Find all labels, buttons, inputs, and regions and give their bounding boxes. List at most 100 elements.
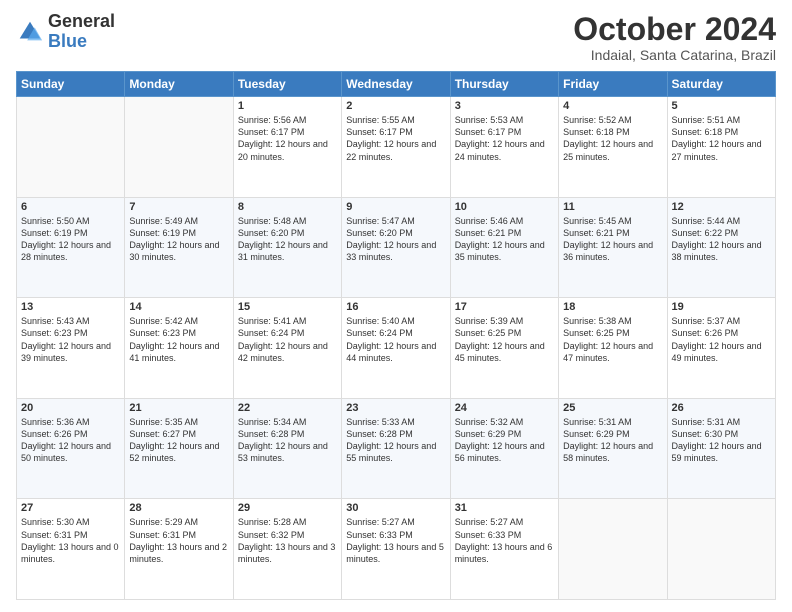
logo-text: General Blue [48,12,115,52]
calendar-cell: 21 Sunrise: 5:35 AM Sunset: 6:27 PM Dayli… [125,398,233,499]
header: General Blue October 2024 Indaial, Santa… [16,12,776,63]
calendar-cell: 11 Sunrise: 5:45 AM Sunset: 6:21 PM Dayli… [559,197,667,298]
calendar-day-header: Friday [559,72,667,97]
day-number: 31 [455,502,554,514]
logo: General Blue [16,12,115,52]
calendar-week-row: 20 Sunrise: 5:36 AM Sunset: 6:26 PM Dayli… [17,398,776,499]
calendar-week-row: 6Sunrise: 5:50 AM Sunset: 6:19 PM Daylig… [17,197,776,298]
page: General Blue October 2024 Indaial, Santa… [0,0,792,612]
day-info: Sunrise: 5:27 AM Sunset: 6:33 PM Dayligh… [346,516,445,565]
day-number: 6 [21,201,120,213]
day-number: 14 [129,301,228,313]
day-number: 8 [238,201,337,213]
calendar-cell: 26Sunrise: 5:31 AM Sunset: 6:30 PM Dayli… [667,398,775,499]
day-number: 22 [238,402,337,414]
calendar-day-header: Thursday [450,72,558,97]
calendar-cell: 17 Sunrise: 5:39 AM Sunset: 6:25 PM Dayli… [450,298,558,399]
calendar-cell [17,97,125,198]
day-info: Sunrise: 5:53 AM Sunset: 6:17 PM Dayligh… [455,114,554,163]
calendar-cell [559,499,667,600]
day-number: 24 [455,402,554,414]
calendar-cell: 24Sunrise: 5:32 AM Sunset: 6:29 PM Dayli… [450,398,558,499]
day-info: Sunrise: 5:36 AM Sunset: 6:26 PM Dayligh… [21,416,120,465]
calendar-week-row: 1 Sunrise: 5:56 AM Sunset: 6:17 PM Daylig… [17,97,776,198]
day-number: 16 [346,301,445,313]
day-number: 27 [21,502,120,514]
day-info: Sunrise: 5:55 AM Sunset: 6:17 PM Dayligh… [346,114,445,163]
day-info: Sunrise: 5:48 AM Sunset: 6:20 PM Dayligh… [238,215,337,264]
day-info: Sunrise: 5:33 AM Sunset: 6:28 PM Dayligh… [346,416,445,465]
day-info: Sunrise: 5:40 AM Sunset: 6:24 PM Dayligh… [346,315,445,364]
calendar-cell: 25 Sunrise: 5:31 AM Sunset: 6:29 PM Dayli… [559,398,667,499]
calendar-cell: 6Sunrise: 5:50 AM Sunset: 6:19 PM Daylig… [17,197,125,298]
calendar-day-header: Wednesday [342,72,450,97]
day-info: Sunrise: 5:41 AM Sunset: 6:24 PM Dayligh… [238,315,337,364]
month-title: October 2024 [573,12,776,47]
day-number: 11 [563,201,662,213]
calendar-day-header: Monday [125,72,233,97]
day-info: Sunrise: 5:30 AM Sunset: 6:31 PM Dayligh… [21,516,120,565]
title-block: October 2024 Indaial, Santa Catarina, Br… [573,12,776,63]
calendar-cell: 31 Sunrise: 5:27 AM Sunset: 6:33 PM Dayli… [450,499,558,600]
day-info: Sunrise: 5:38 AM Sunset: 6:25 PM Dayligh… [563,315,662,364]
logo-general: General [48,11,115,31]
day-number: 19 [672,301,771,313]
calendar-cell: 29Sunrise: 5:28 AM Sunset: 6:32 PM Dayli… [233,499,341,600]
day-number: 1 [238,100,337,112]
calendar-cell: 12 Sunrise: 5:44 AM Sunset: 6:22 PM Dayli… [667,197,775,298]
day-info: Sunrise: 5:52 AM Sunset: 6:18 PM Dayligh… [563,114,662,163]
day-number: 18 [563,301,662,313]
day-number: 25 [563,402,662,414]
day-number: 12 [672,201,771,213]
calendar-cell: 9Sunrise: 5:47 AM Sunset: 6:20 PM Daylig… [342,197,450,298]
day-number: 17 [455,301,554,313]
day-info: Sunrise: 5:45 AM Sunset: 6:21 PM Dayligh… [563,215,662,264]
calendar-day-header: Tuesday [233,72,341,97]
calendar-cell: 5 Sunrise: 5:51 AM Sunset: 6:18 PM Daylig… [667,97,775,198]
day-number: 4 [563,100,662,112]
calendar-cell: 13 Sunrise: 5:43 AM Sunset: 6:23 PM Dayli… [17,298,125,399]
day-info: Sunrise: 5:46 AM Sunset: 6:21 PM Dayligh… [455,215,554,264]
day-number: 9 [346,201,445,213]
day-info: Sunrise: 5:37 AM Sunset: 6:26 PM Dayligh… [672,315,771,364]
day-number: 7 [129,201,228,213]
day-info: Sunrise: 5:35 AM Sunset: 6:27 PM Dayligh… [129,416,228,465]
day-number: 21 [129,402,228,414]
day-info: Sunrise: 5:29 AM Sunset: 6:31 PM Dayligh… [129,516,228,565]
day-info: Sunrise: 5:42 AM Sunset: 6:23 PM Dayligh… [129,315,228,364]
day-info: Sunrise: 5:27 AM Sunset: 6:33 PM Dayligh… [455,516,554,565]
calendar-header-row: SundayMondayTuesdayWednesdayThursdayFrid… [17,72,776,97]
calendar-cell: 1 Sunrise: 5:56 AM Sunset: 6:17 PM Daylig… [233,97,341,198]
day-info: Sunrise: 5:39 AM Sunset: 6:25 PM Dayligh… [455,315,554,364]
day-number: 26 [672,402,771,414]
calendar-cell: 22Sunrise: 5:34 AM Sunset: 6:28 PM Dayli… [233,398,341,499]
day-info: Sunrise: 5:51 AM Sunset: 6:18 PM Dayligh… [672,114,771,163]
day-number: 10 [455,201,554,213]
calendar-week-row: 13 Sunrise: 5:43 AM Sunset: 6:23 PM Dayli… [17,298,776,399]
day-number: 20 [21,402,120,414]
calendar-cell: 20 Sunrise: 5:36 AM Sunset: 6:26 PM Dayli… [17,398,125,499]
day-info: Sunrise: 5:31 AM Sunset: 6:29 PM Dayligh… [563,416,662,465]
calendar-cell [667,499,775,600]
calendar-week-row: 27 Sunrise: 5:30 AM Sunset: 6:31 PM Dayli… [17,499,776,600]
day-info: Sunrise: 5:56 AM Sunset: 6:17 PM Dayligh… [238,114,337,163]
calendar-cell: 19 Sunrise: 5:37 AM Sunset: 6:26 PM Dayli… [667,298,775,399]
day-number: 5 [672,100,771,112]
calendar-cell: 18 Sunrise: 5:38 AM Sunset: 6:25 PM Dayli… [559,298,667,399]
day-info: Sunrise: 5:43 AM Sunset: 6:23 PM Dayligh… [21,315,120,364]
day-number: 13 [21,301,120,313]
logo-blue: Blue [48,31,87,51]
logo-icon [16,18,44,46]
calendar-cell: 8 Sunrise: 5:48 AM Sunset: 6:20 PM Daylig… [233,197,341,298]
calendar-cell: 3Sunrise: 5:53 AM Sunset: 6:17 PM Daylig… [450,97,558,198]
calendar-day-header: Saturday [667,72,775,97]
calendar-cell: 14 Sunrise: 5:42 AM Sunset: 6:23 PM Dayli… [125,298,233,399]
day-number: 23 [346,402,445,414]
calendar-cell: 10 Sunrise: 5:46 AM Sunset: 6:21 PM Dayli… [450,197,558,298]
calendar-cell: 2Sunrise: 5:55 AM Sunset: 6:17 PM Daylig… [342,97,450,198]
calendar-cell: 7Sunrise: 5:49 AM Sunset: 6:19 PM Daylig… [125,197,233,298]
calendar-cell: 27 Sunrise: 5:30 AM Sunset: 6:31 PM Dayli… [17,499,125,600]
calendar-cell [125,97,233,198]
day-info: Sunrise: 5:44 AM Sunset: 6:22 PM Dayligh… [672,215,771,264]
day-number: 29 [238,502,337,514]
